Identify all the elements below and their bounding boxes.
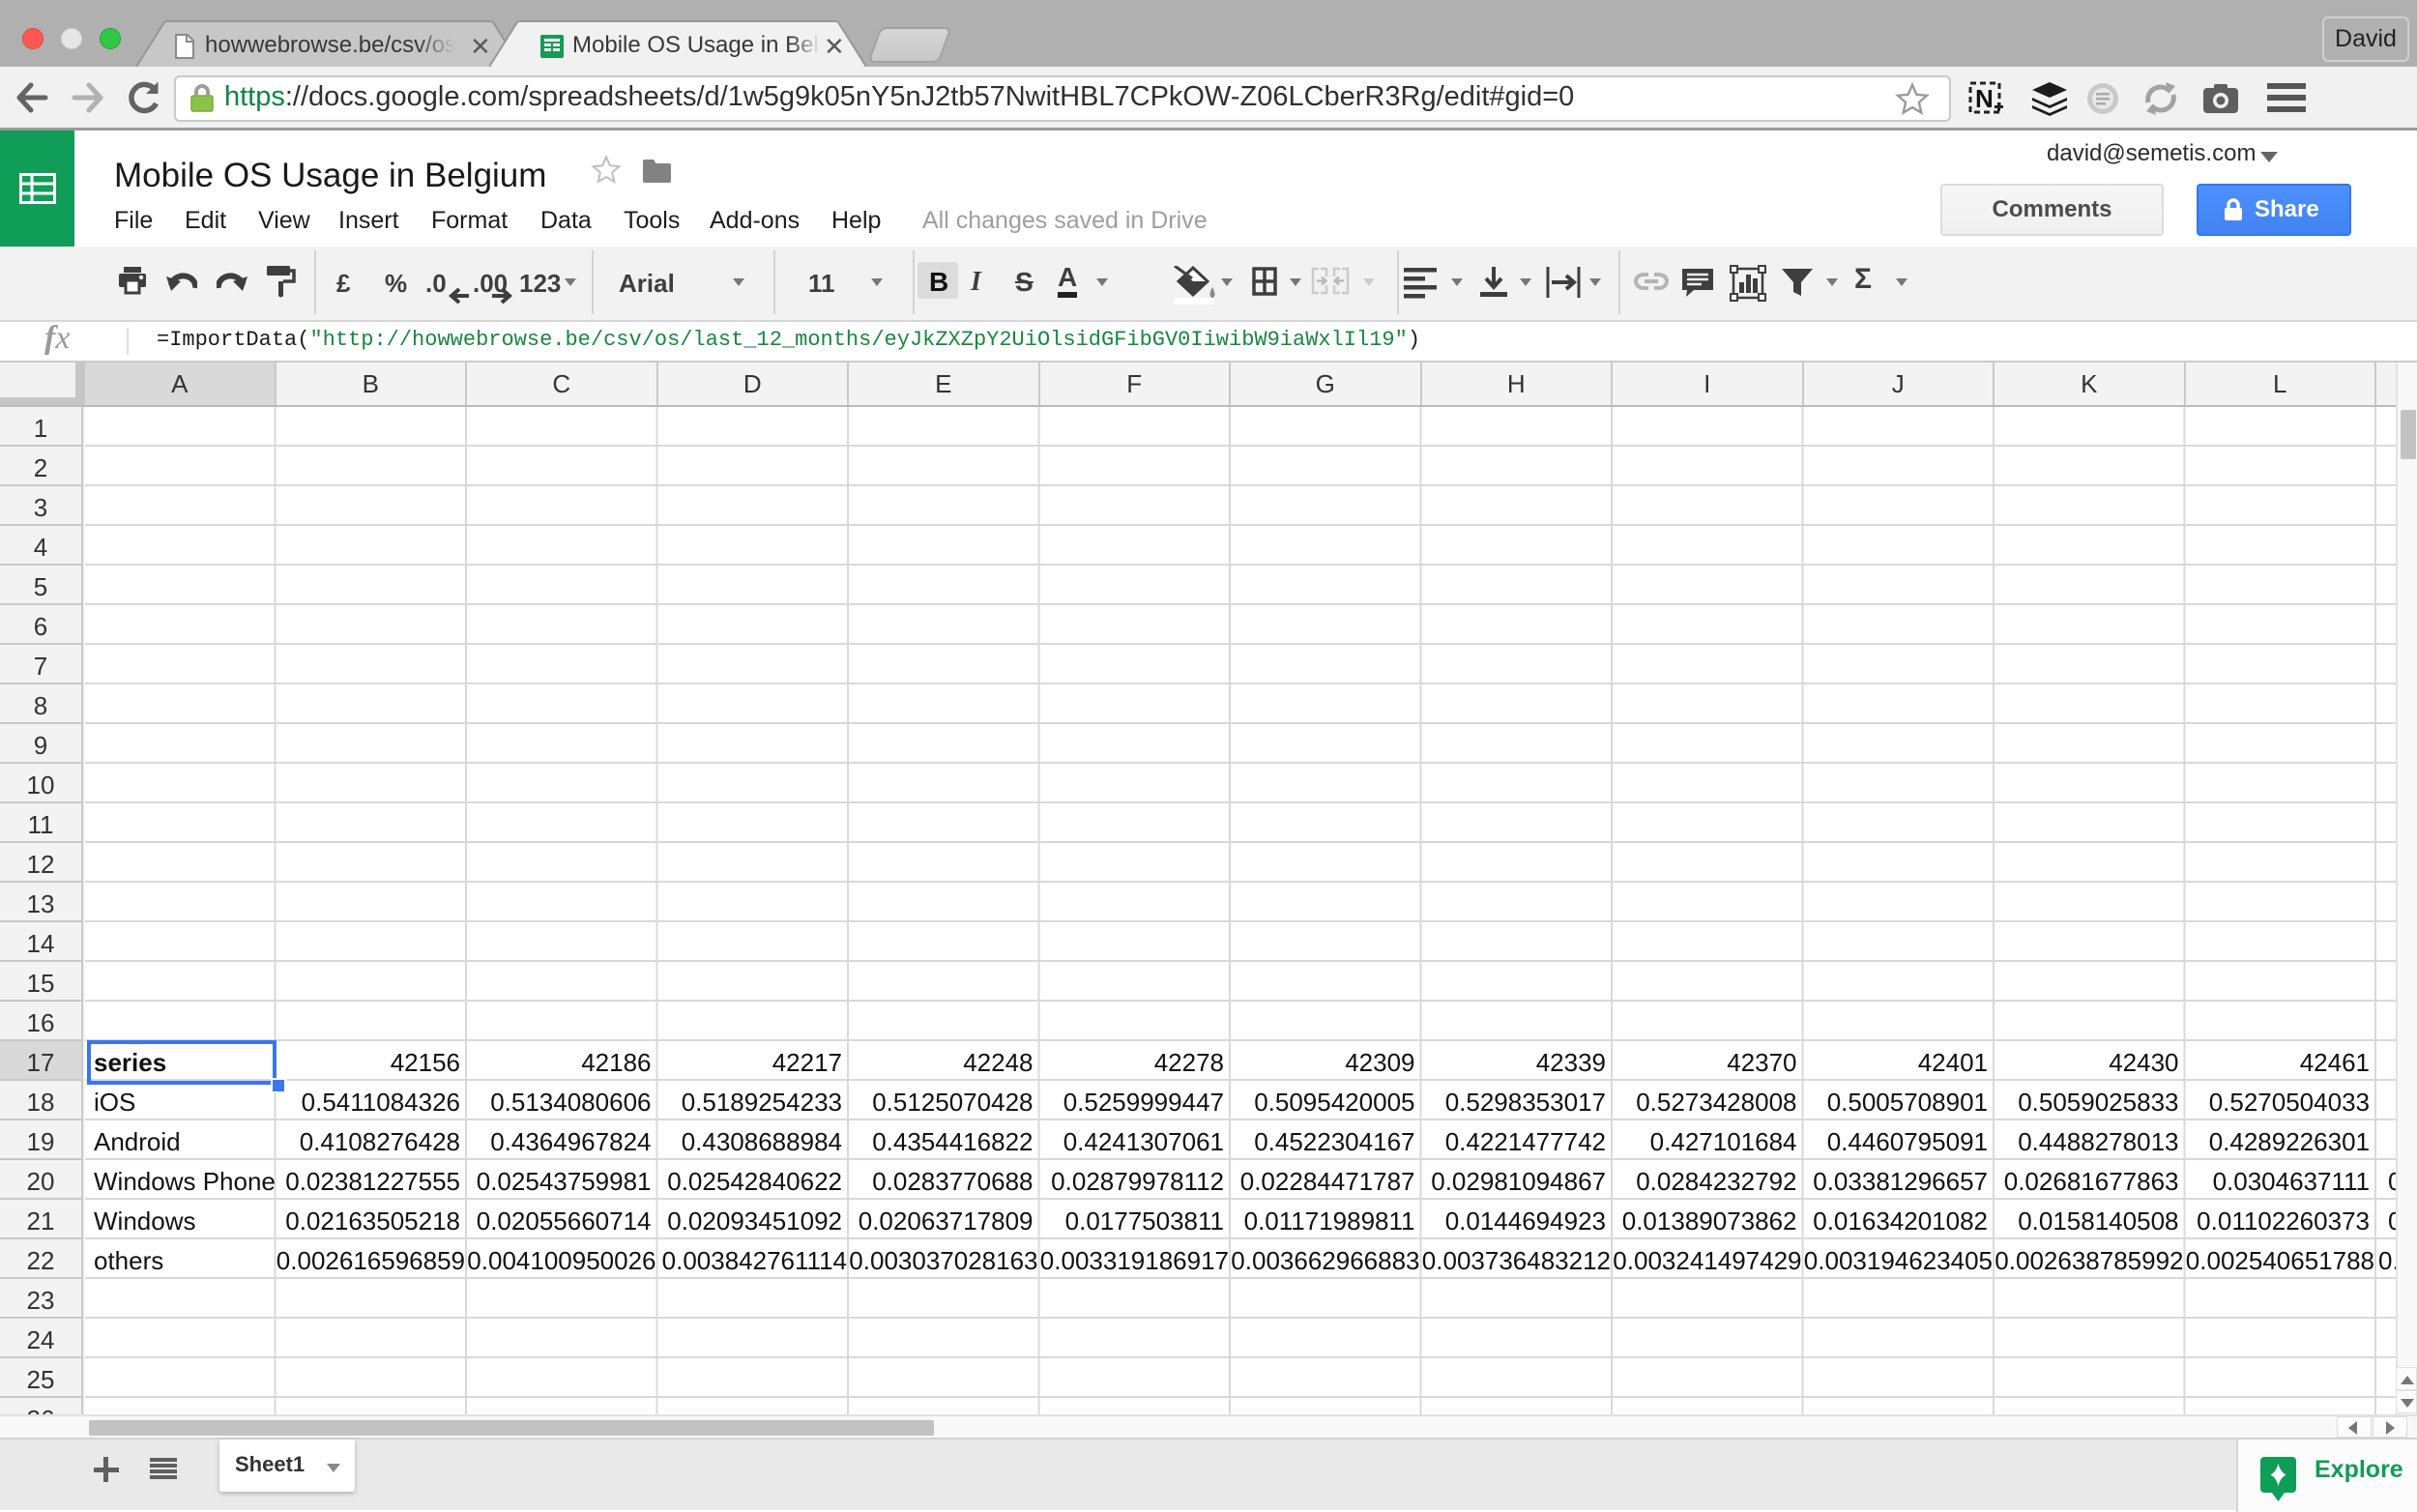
svg-text:N: N: [1975, 84, 1994, 113]
